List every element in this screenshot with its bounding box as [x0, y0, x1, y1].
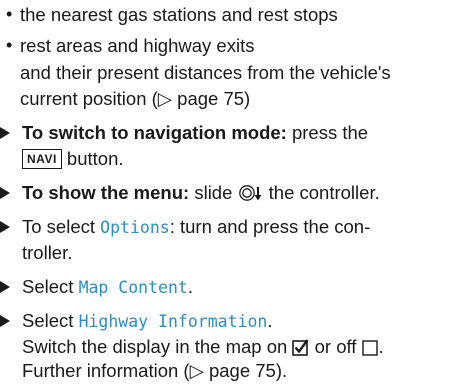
step-body: button. — [61, 148, 124, 169]
step-text: Select Map Content. — [22, 274, 193, 300]
step-arrow-icon — [0, 187, 10, 199]
step-body: Select — [22, 310, 79, 331]
continuation-text: Further information (▷ page 75). — [22, 360, 288, 381]
controller-slide-down-icon — [238, 184, 263, 202]
step-body: : turn and press the con- — [169, 216, 371, 237]
step-text: To switch to navigation mode: press the — [22, 120, 368, 145]
bullet-text: the nearest gas stations and rest stops — [20, 4, 338, 25]
step-body: or off — [309, 336, 362, 357]
checkbox-unchecked-icon — [361, 337, 379, 356]
step-arrow-icon — [0, 127, 10, 139]
step-body: . — [267, 310, 273, 331]
continuation-text: and their present distances from the veh… — [20, 62, 391, 83]
step-body: . — [187, 276, 193, 297]
manual-page: • the nearest gas stations and rest stop… — [0, 0, 461, 385]
bullet-dot: • — [6, 4, 13, 24]
step-arrow-icon — [0, 315, 10, 327]
step-body: To select — [22, 216, 101, 237]
step-arrow-icon — [0, 221, 10, 233]
continuation-text: current position (▷ page 75) — [20, 88, 251, 109]
step-heading: To switch to navigation mode: — [22, 122, 287, 143]
step-body: Select — [22, 276, 79, 297]
step-body: the controller. — [263, 182, 380, 203]
bullet-dot: • — [6, 35, 13, 55]
step-heading: To show the menu: — [22, 182, 190, 203]
step-body: press the — [286, 122, 369, 143]
step-body: slide — [189, 182, 238, 203]
step-arrow-icon — [0, 281, 10, 293]
checkbox-checked-icon — [292, 337, 309, 356]
menu-option-label: Map Content — [78, 278, 188, 297]
navi-key: NAVI — [22, 149, 62, 169]
step-text: To select Options: turn and press the co… — [22, 214, 370, 240]
step-body: Switch the display in the map on — [22, 336, 293, 357]
continuation-text: Switch the display in the map on or off … — [22, 334, 384, 359]
menu-option-label: Options — [100, 218, 170, 237]
step-text: Select Highway Information. — [22, 308, 272, 334]
bullet-text: rest areas and highway exits — [20, 35, 255, 56]
menu-option-label: Highway Information — [78, 312, 268, 331]
continuation-text: troller. — [22, 242, 73, 263]
step-body: . — [378, 336, 384, 357]
continuation-text: NAVI button. — [22, 146, 124, 171]
step-text: To show the menu: slide the controller. — [22, 180, 380, 205]
